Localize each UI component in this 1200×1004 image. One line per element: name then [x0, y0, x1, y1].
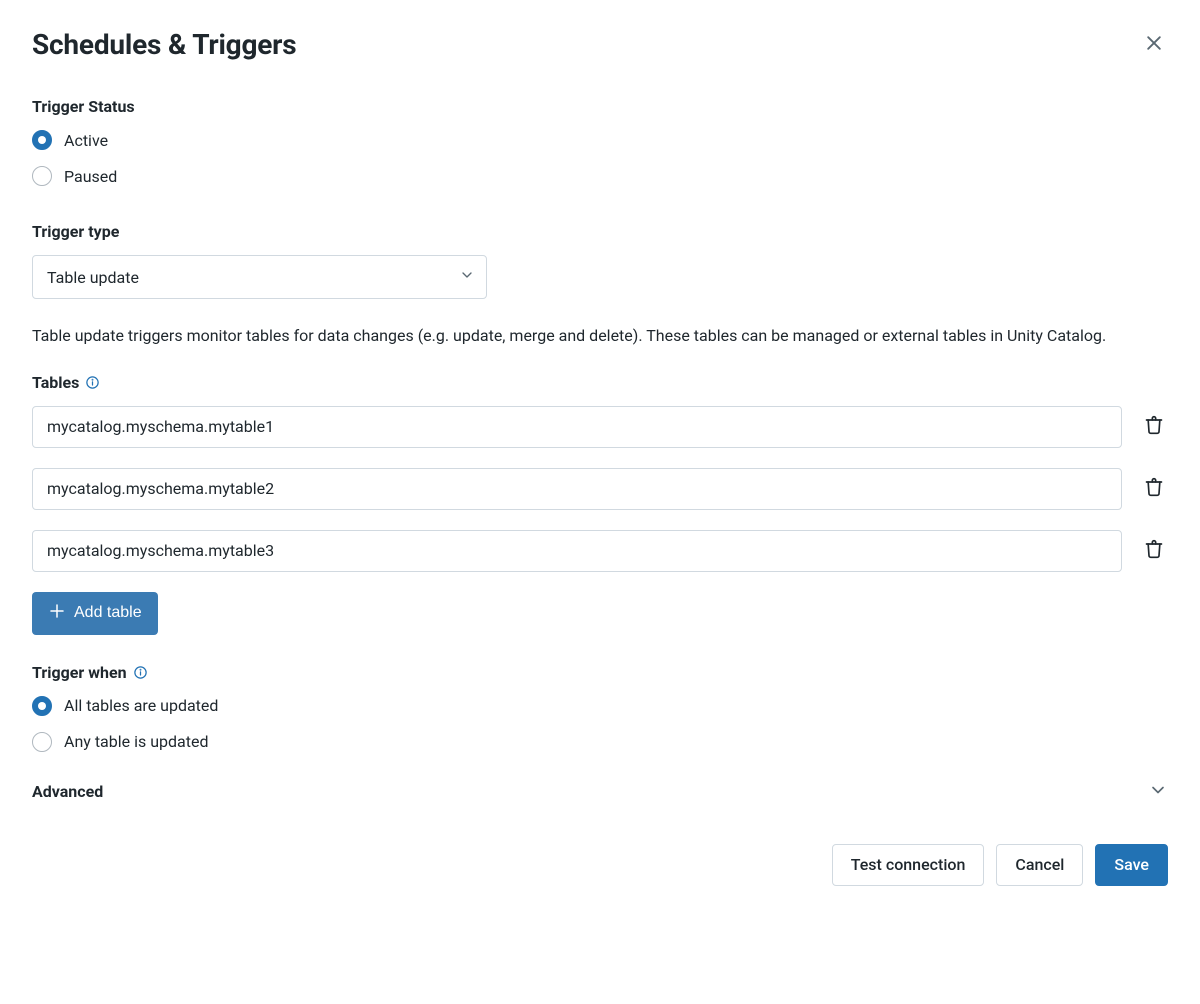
when-option-any-label: Any table is updated — [64, 732, 208, 751]
add-table-label: Add table — [74, 604, 142, 622]
plus-icon — [48, 602, 66, 625]
close-button[interactable] — [1140, 29, 1168, 60]
status-option-active-label: Active — [64, 131, 108, 150]
trigger-status-group: Active Paused — [32, 130, 1168, 186]
close-icon — [1144, 41, 1164, 56]
trigger-when-label: Trigger when — [32, 663, 127, 682]
table-input-1[interactable] — [32, 468, 1122, 510]
advanced-label: Advanced — [32, 782, 103, 801]
when-option-any[interactable]: Any table is updated — [32, 732, 1168, 752]
trigger-type-value: Table update — [47, 268, 139, 287]
status-option-paused-label: Paused — [64, 167, 117, 186]
trigger-type-label: Trigger type — [32, 222, 1168, 241]
trigger-type-select[interactable]: Table update — [32, 255, 487, 299]
tables-list — [32, 406, 1168, 572]
chevron-down-icon — [1148, 780, 1168, 804]
info-icon[interactable] — [85, 375, 100, 390]
radio-unselected-icon — [32, 732, 52, 752]
delete-table-button-2[interactable] — [1140, 535, 1168, 566]
trigger-when-group: All tables are updated Any table is upda… — [32, 696, 1168, 752]
test-connection-button[interactable]: Test connection — [832, 844, 985, 886]
radio-selected-icon — [32, 130, 52, 150]
add-table-button[interactable]: Add table — [32, 592, 158, 635]
table-input-0[interactable] — [32, 406, 1122, 448]
page-title: Schedules & Triggers — [32, 28, 296, 61]
table-row — [32, 406, 1168, 448]
table-input-2[interactable] — [32, 530, 1122, 572]
delete-table-button-1[interactable] — [1140, 473, 1168, 504]
advanced-toggle[interactable]: Advanced — [32, 780, 1168, 804]
radio-selected-icon — [32, 696, 52, 716]
radio-unselected-icon — [32, 166, 52, 186]
trash-icon — [1144, 477, 1164, 500]
status-option-active[interactable]: Active — [32, 130, 1168, 150]
trash-icon — [1144, 539, 1164, 562]
trigger-status-label: Trigger Status — [32, 97, 1168, 116]
save-button[interactable]: Save — [1095, 844, 1168, 886]
status-option-paused[interactable]: Paused — [32, 166, 1168, 186]
trigger-type-description: Table update triggers monitor tables for… — [32, 323, 1168, 349]
info-icon[interactable] — [133, 665, 148, 680]
tables-label: Tables — [32, 373, 79, 392]
table-row — [32, 468, 1168, 510]
trash-icon — [1144, 415, 1164, 438]
when-option-all[interactable]: All tables are updated — [32, 696, 1168, 716]
table-row — [32, 530, 1168, 572]
cancel-button[interactable]: Cancel — [996, 844, 1083, 886]
delete-table-button-0[interactable] — [1140, 411, 1168, 442]
when-option-all-label: All tables are updated — [64, 696, 218, 715]
